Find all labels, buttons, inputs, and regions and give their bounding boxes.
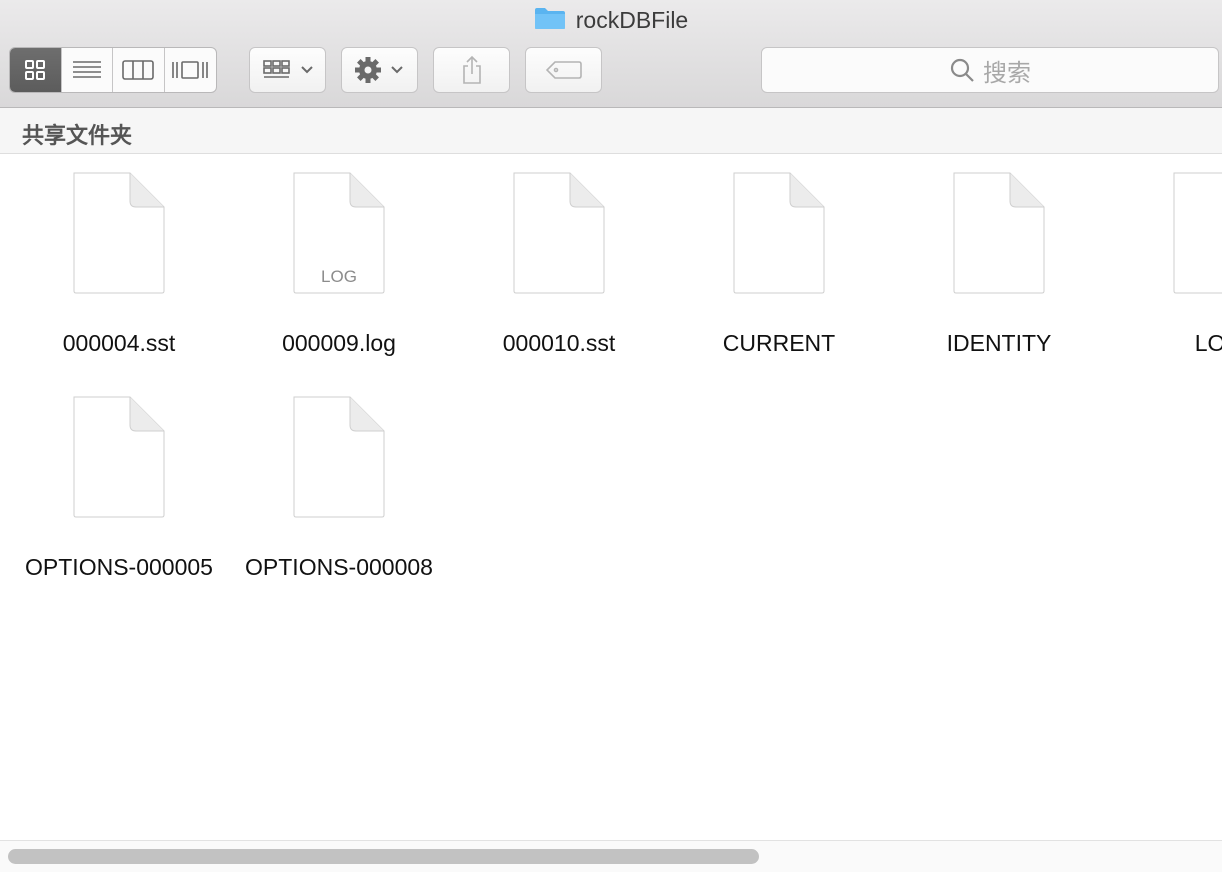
file-name: OPTIONS-000005 [25, 554, 213, 580]
document-icon [72, 171, 166, 295]
icon-view-icon [25, 60, 46, 80]
document-icon [1172, 171, 1222, 295]
list-view-button[interactable] [62, 48, 113, 92]
action-button[interactable] [341, 47, 418, 93]
share-button[interactable] [433, 47, 510, 93]
column-view-icon [122, 60, 155, 80]
list-view-icon [72, 61, 101, 78]
gear-icon [354, 57, 403, 83]
file-grid: 000004.sst LOG 000009.log 000010.sst CUR… [0, 155, 1222, 840]
document-icon [292, 395, 386, 519]
cover-flow-icon [172, 61, 209, 79]
window-title: rockDBFile [0, 6, 1222, 36]
share-icon [462, 55, 481, 84]
search-icon [950, 58, 974, 82]
file-name: LOG [1194, 330, 1222, 356]
arrange-button[interactable] [249, 47, 326, 93]
file-name: 000009.log [282, 330, 396, 356]
cover-flow-view-button[interactable] [165, 48, 217, 92]
scrollbar-thumb[interactable] [8, 849, 759, 864]
grid-arrange-icon [262, 60, 313, 78]
log-document-icon: LOG [292, 171, 386, 295]
document-icon [732, 171, 826, 295]
file-item-clip: LOG [1109, 171, 1222, 371]
tag-button[interactable] [525, 47, 602, 93]
log-badge: LOG [321, 267, 357, 286]
shared-folder-label: 共享文件夹 [22, 123, 133, 148]
file-name: IDENTITY [946, 330, 1052, 356]
finder-window: rockDBFile 搜索 共享文件夹 000004.sst LOG 00000… [0, 0, 1222, 872]
search-placeholder: 搜索 [983, 59, 1031, 87]
document-icon [72, 395, 166, 519]
folder-icon [534, 6, 566, 36]
document-icon [952, 171, 1046, 295]
document-icon [512, 171, 606, 295]
tag-icon [545, 61, 582, 79]
path-bar: 共享文件夹 [0, 108, 1222, 154]
file-name: 000010.sst [502, 330, 616, 356]
search-field[interactable]: 搜索 [761, 47, 1219, 93]
icon-view-button[interactable] [10, 48, 62, 92]
column-view-button[interactable] [113, 48, 165, 92]
toolbar: rockDBFile 搜索 [0, 0, 1222, 108]
window-title-text: rockDBFile [575, 7, 689, 33]
file-name: OPTIONS-000008 [245, 554, 433, 580]
horizontal-scrollbar[interactable] [0, 840, 1222, 872]
file-name: 000004.sst [62, 330, 176, 356]
view-mode-control [9, 47, 217, 93]
file-name: CURRENT [722, 330, 836, 356]
